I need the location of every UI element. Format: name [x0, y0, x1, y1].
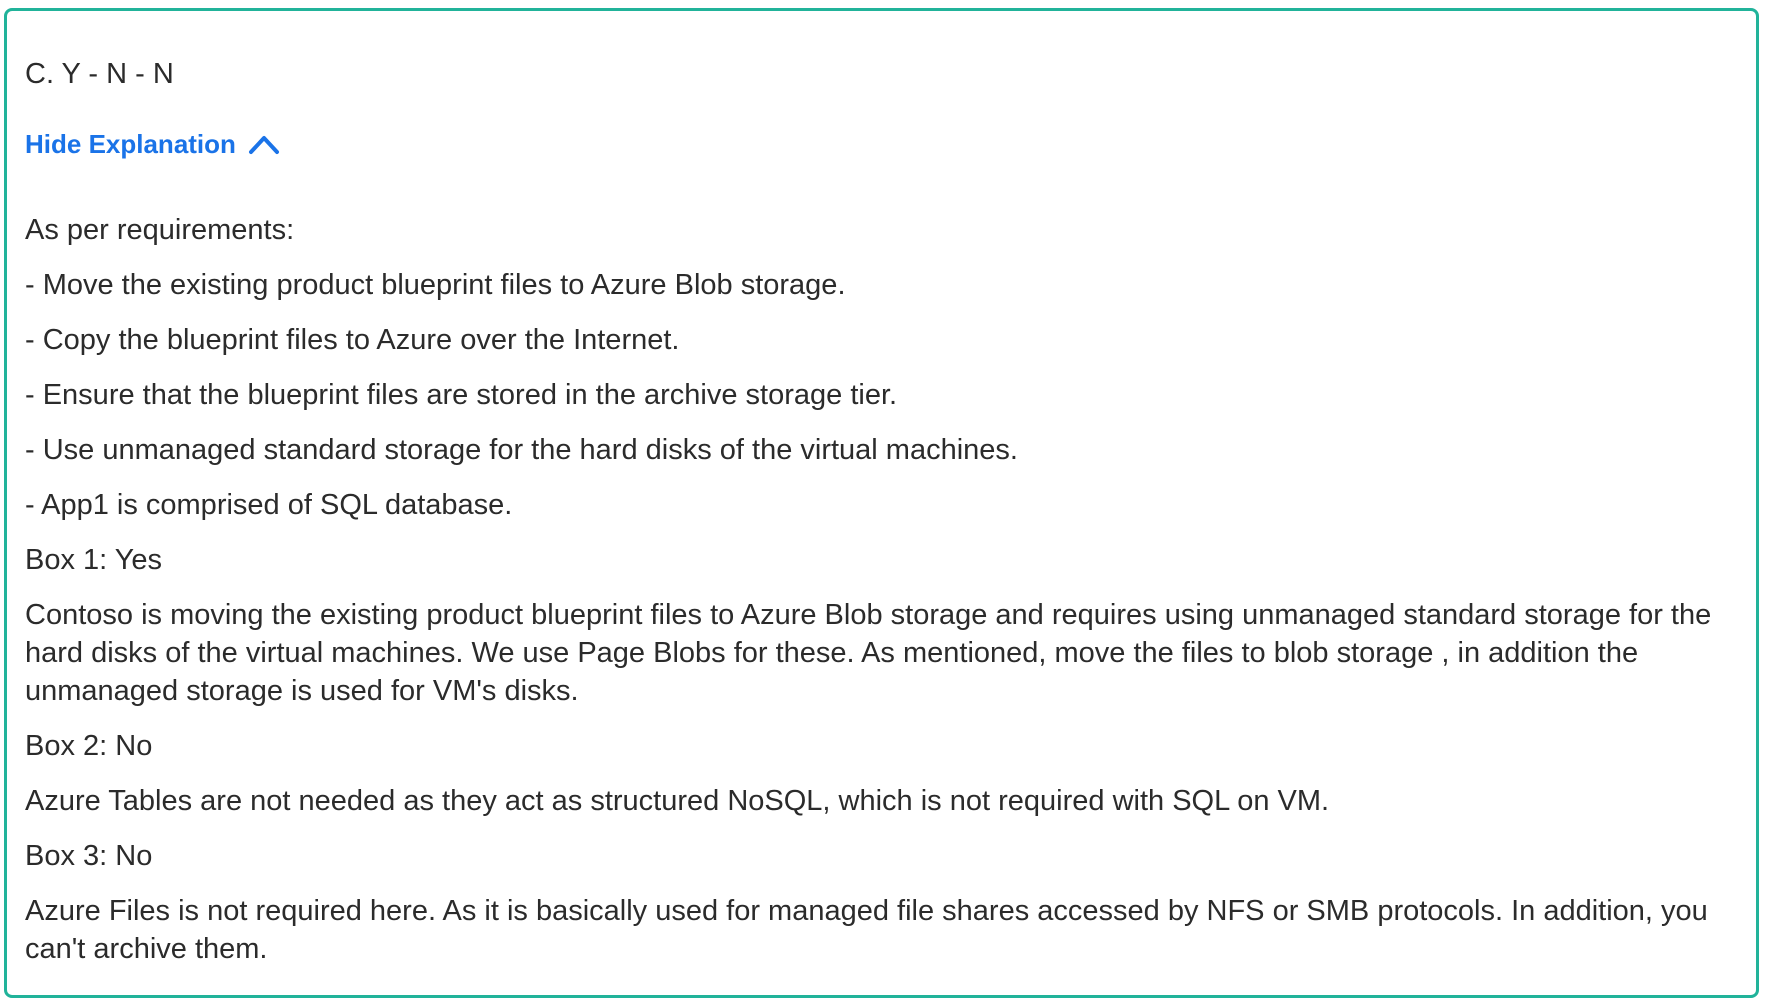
box1-text: Contoso is moving the existing product b…: [25, 599, 1712, 707]
hide-explanation-label[interactable]: Hide Explanation: [25, 129, 236, 159]
box2-heading: Box 2: No: [25, 730, 153, 762]
box3-text: Azure Files is not required here. As it …: [25, 895, 1708, 965]
box1-heading: Box 1: Yes: [25, 544, 163, 576]
box3-heading: Box 3: No: [25, 840, 153, 872]
requirement-item: - App1 is comprised of SQL database.: [25, 489, 513, 521]
requirement-item: - Copy the blueprint files to Azure over…: [25, 324, 680, 356]
chevron-up-icon[interactable]: [248, 133, 280, 155]
explanation-body: As per requirements: - Move the existing…: [25, 211, 1725, 985]
answer-text: C. Y - N - N: [25, 58, 174, 90]
box2-text: Azure Tables are not needed as they act …: [25, 785, 1330, 817]
requirement-item: - Ensure that the blueprint files are st…: [25, 379, 898, 411]
explanation-card: C. Y - N - N Hide Explanation As per req…: [4, 8, 1759, 998]
requirement-item: - Use unmanaged standard storage for the…: [25, 434, 1018, 466]
requirement-item: - Move the existing product blueprint fi…: [25, 269, 846, 301]
explanation-intro: As per requirements:: [25, 214, 295, 246]
hide-explanation-toggle[interactable]: Hide Explanation: [25, 129, 280, 159]
